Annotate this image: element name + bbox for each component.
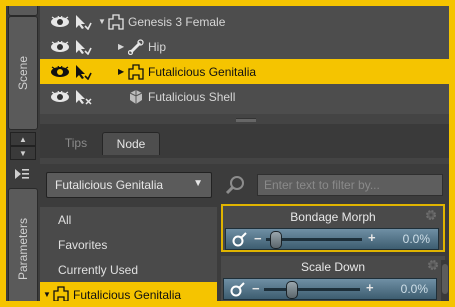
selectable-cursor-icon[interactable] <box>74 39 92 55</box>
scene-node-label: Futalicious Genitalia <box>148 64 257 79</box>
bone-icon <box>128 38 144 55</box>
group-item-label: Futalicious Genitalia <box>73 288 182 301</box>
panel-tabs: Tips Node <box>40 124 449 158</box>
scroll-up-button[interactable]: ▲ <box>10 132 36 146</box>
not-selectable-cursor-icon[interactable] <box>74 89 92 105</box>
top-tab-stub[interactable] <box>8 6 38 16</box>
gear-icon[interactable] <box>427 259 439 271</box>
filter-input[interactable] <box>257 174 443 196</box>
group-item-label: Currently Used <box>58 263 139 277</box>
visibility-eye-icon[interactable] <box>50 65 70 78</box>
slider-track[interactable]: − + 0.0% <box>223 278 437 300</box>
scene-node-label: Hip <box>148 39 167 54</box>
scene-tab-label: Scene <box>16 55 30 91</box>
shell-icon <box>129 89 143 104</box>
panel-splitter[interactable] <box>40 114 449 124</box>
scene-node-hip[interactable]: ▶ Hip <box>40 34 449 59</box>
scene-tab[interactable]: Scene <box>8 16 38 130</box>
visibility-eye-icon[interactable] <box>50 40 70 53</box>
pin-icon[interactable] <box>230 281 246 297</box>
scroll-down-button[interactable]: ▼ <box>10 146 36 160</box>
expand-triangle-icon[interactable]: ▼ <box>98 17 106 26</box>
increment-icon[interactable]: + <box>366 280 374 295</box>
figure-icon <box>53 286 69 301</box>
tab-tips[interactable]: Tips <box>54 132 98 154</box>
expand-triangle-icon[interactable]: ▼ <box>43 290 51 299</box>
parameters-tab-label: Parameters <box>16 217 30 281</box>
figure-icon <box>108 13 124 30</box>
node-selector-dropdown[interactable]: Futalicious Genitalia ▼ <box>46 172 212 198</box>
scene-tree: ▼ Genesis 3 Female ▶ Hip ▶ Futalicious G… <box>40 6 449 114</box>
scene-node-genesis[interactable]: ▼ Genesis 3 Female <box>40 9 449 34</box>
slider-bar[interactable] <box>264 288 360 291</box>
expand-triangle-icon[interactable]: ▶ <box>118 42 124 51</box>
selectable-cursor-icon[interactable] <box>74 64 92 80</box>
tab-node[interactable]: Node <box>102 132 160 155</box>
scene-node-label: Futalicious Shell <box>148 89 236 104</box>
node-selector-value: Futalicious Genitalia <box>55 178 164 192</box>
slider-knob[interactable] <box>286 281 298 299</box>
parameters-panel: Bondage Morph − + 0.0% Scale Down <box>217 164 449 301</box>
slider-value[interactable]: 0.0% <box>403 232 430 246</box>
pin-icon[interactable] <box>232 231 248 247</box>
panel-menu-icon[interactable] <box>9 166 35 182</box>
gear-icon[interactable] <box>425 209 437 221</box>
slider-track[interactable]: − + 0.0% <box>225 228 439 250</box>
slider-label: Scale Down <box>300 260 366 274</box>
slider-knob[interactable] <box>270 231 282 249</box>
figure-icon <box>128 63 144 80</box>
parameters-tab[interactable]: Parameters <box>8 188 38 301</box>
parameter-groups-panel: Futalicious Genitalia ▼ All Favorites Cu… <box>40 164 217 301</box>
search-icon <box>225 176 244 195</box>
selectable-cursor-icon[interactable] <box>74 14 92 30</box>
expand-triangle-icon[interactable]: ▶ <box>118 67 124 76</box>
splitter-grip[interactable] <box>236 118 256 122</box>
group-item-currently-used[interactable]: Currently Used <box>40 257 217 283</box>
group-item-all[interactable]: All <box>40 207 217 233</box>
group-item-label: All <box>58 213 72 227</box>
slider-scale-down[interactable]: Scale Down − + 0.0% <box>221 256 445 301</box>
daz-window: Scene ▲ ▼ Parameters ▼ Genesis 3 Female … <box>6 6 449 301</box>
scene-node-label: Genesis 3 Female <box>128 14 226 29</box>
group-item-label: Favorites <box>58 238 108 252</box>
chevron-down-icon: ▼ <box>193 178 203 189</box>
slider-label: Bondage Morph <box>290 210 376 224</box>
group-item-futalicious-genitalia[interactable]: ▼ Futalicious Genitalia <box>40 282 217 301</box>
slider-bondage-morph[interactable]: Bondage Morph − + 0.0% <box>221 204 445 252</box>
group-item-favorites[interactable]: Favorites <box>40 232 217 258</box>
decrement-icon[interactable]: − <box>254 231 262 246</box>
scene-node-futalicious-genitalia[interactable]: ▶ Futalicious Genitalia <box>40 59 449 84</box>
slider-value[interactable]: 0.0% <box>401 282 428 296</box>
parameters-scrollbar[interactable] <box>441 260 449 301</box>
visibility-eye-icon[interactable] <box>50 90 70 103</box>
decrement-icon[interactable]: − <box>252 281 260 296</box>
increment-icon[interactable]: + <box>368 230 376 245</box>
visibility-eye-icon[interactable] <box>50 15 70 28</box>
side-tab-strip: Scene ▲ ▼ Parameters <box>6 6 40 301</box>
scrollbar-thumb[interactable] <box>442 264 448 294</box>
scene-node-futalicious-shell[interactable]: Futalicious Shell <box>40 84 449 109</box>
